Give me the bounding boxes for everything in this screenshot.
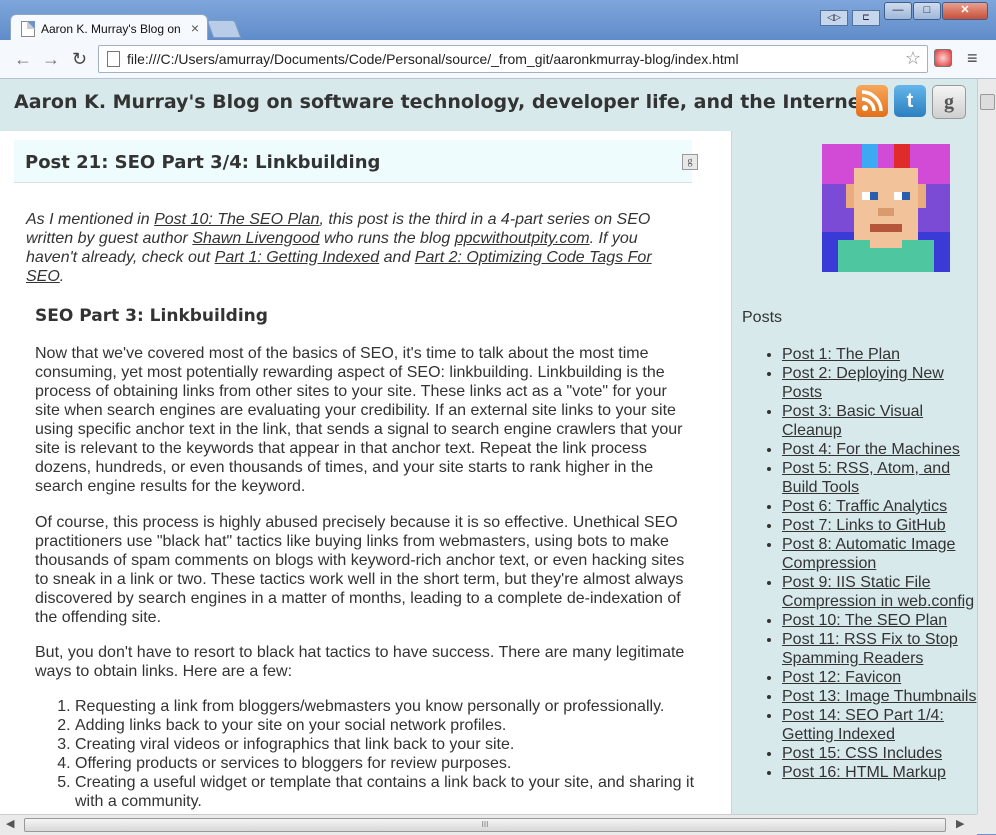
list-item: Post 10: The SEO Plan [782, 611, 977, 630]
list-item: Post 15: CSS Includes [782, 744, 977, 763]
list-item: Post 9: IIS Static File Compression in w… [782, 573, 977, 611]
tab-title: Aaron K. Murray's Blog on [41, 22, 181, 36]
link-ppcwithoutpity[interactable]: ppcwithoutpity.com [455, 230, 590, 247]
post-link[interactable]: Post 11: RSS Fix to Stop Spamming Reader… [782, 631, 958, 667]
post-link[interactable]: Post 6: Traffic Analytics [782, 498, 947, 515]
post-link[interactable]: Post 15: CSS Includes [782, 745, 942, 762]
paragraph: But, you don't have to resort to black h… [35, 644, 685, 680]
web-page: Aaron K. Murray's Blog on software techn… [0, 79, 977, 814]
list-item: Post 16: HTML Markup [782, 763, 977, 782]
address-bar[interactable]: file:///C:/Users/amurray/Documents/Code/… [98, 45, 928, 73]
close-button[interactable]: ✕ [942, 2, 988, 20]
horizontal-scrollbar[interactable]: ◀ III ▶ [0, 814, 977, 835]
post-link[interactable]: Post 10: The SEO Plan [782, 612, 947, 629]
post-link[interactable]: Post 2: Deploying New Posts [782, 365, 944, 401]
list-item: Creating a useful widget or template tha… [75, 773, 705, 811]
list-item: Post 6: Traffic Analytics [782, 497, 977, 516]
scroll-left-icon[interactable]: ◀ [6, 817, 14, 830]
post-link[interactable]: Post 12: Favicon [782, 669, 901, 686]
url-text[interactable]: file:///C:/Users/amurray/Documents/Code/… [127, 51, 739, 67]
post-link[interactable]: Post 5: RSS, Atom, and Build Tools [782, 460, 950, 496]
posts-heading: Posts [742, 309, 783, 326]
post-link[interactable]: Post 9: IIS Static File Compression in w… [782, 574, 974, 610]
paragraph: Now that we've covered most of the basic… [35, 345, 683, 495]
reload-icon[interactable]: ↻ [72, 49, 87, 70]
list-item: Creating viral videos or infographics th… [75, 735, 705, 754]
list-item: Post 7: Links to GitHub [782, 516, 977, 535]
page-icon [21, 21, 35, 37]
link-part-1[interactable]: Part 1: Getting Indexed [215, 249, 380, 266]
post-link[interactable]: Post 1: The Plan [782, 346, 900, 363]
scroll-thumb[interactable]: III [24, 818, 946, 832]
extension-icon[interactable] [934, 49, 952, 67]
list-item: Post 1: The Plan [782, 345, 977, 364]
github-icon[interactable]: g [932, 85, 966, 119]
post-title[interactable]: Post 21: SEO Part 3/4: Linkbuilding [25, 152, 380, 173]
list-item: Post 14: SEO Part 1/4: Getting Indexed [782, 706, 977, 744]
site-header: Aaron K. Murray's Blog on software techn… [0, 79, 977, 132]
list-item: Post 12: Favicon [782, 668, 977, 687]
list-item: Post 11: RSS Fix to Stop Spamming Reader… [782, 630, 977, 668]
profile-button[interactable]: ⊏ [852, 10, 880, 26]
post-link[interactable]: Post 13: Image Thumbnails [782, 688, 976, 705]
link-post-10[interactable]: Post 10: The SEO Plan [154, 211, 319, 228]
minimize-button[interactable]: — [884, 2, 912, 20]
list-item: Post 3: Basic Visual Cleanup [782, 402, 977, 440]
rss-icon[interactable] [856, 85, 888, 117]
list-item: Post 8: Automatic Image Compression [782, 535, 977, 573]
list-item: Offering products or services to blogger… [75, 754, 705, 773]
avatar [822, 144, 950, 272]
menu-icon[interactable]: ≡ [967, 48, 978, 69]
new-tab-button[interactable] [206, 20, 242, 38]
scroll-right-icon[interactable]: ▶ [956, 817, 964, 830]
list-item: Post 4: For the Machines [782, 440, 977, 459]
grip-icon: III [481, 820, 489, 829]
tab-close-icon[interactable]: × [191, 20, 199, 36]
maximize-button[interactable]: □ [913, 2, 941, 20]
back-icon[interactable]: ← [14, 49, 32, 70]
site-title[interactable]: Aaron K. Murray's Blog on software techn… [14, 91, 877, 113]
title-bar: Aaron K. Murray's Blog on × ◁▷ ⊏ — □ ✕ [0, 0, 996, 43]
twitter-icon[interactable]: t [894, 85, 926, 117]
github-icon[interactable]: g [682, 154, 698, 170]
post-link[interactable]: Post 7: Links to GitHub [782, 517, 946, 534]
list-item: Adding links back to your site on your s… [75, 716, 705, 735]
list-item: Post 5: RSS, Atom, and Build Tools [782, 459, 977, 497]
switch-window-button[interactable]: ◁▷ [820, 10, 848, 26]
forward-icon[interactable]: → [42, 49, 60, 70]
main-content: Post 21: SEO Part 3/4: Linkbuilding g As… [0, 131, 731, 814]
post-link[interactable]: Post 16: HTML Markup [782, 764, 946, 781]
post-intro: As I mentioned in Post 10: The SEO Plan,… [26, 211, 652, 285]
link-shawn-livengood[interactable]: Shawn Livengood [192, 230, 319, 247]
posts-list: Post 1: The Plan Post 2: Deploying New P… [762, 345, 977, 782]
list-item: Post 13: Image Thumbnails [782, 687, 977, 706]
linkbuilding-ways-list: Requesting a link from bloggers/webmaste… [55, 697, 705, 811]
scroll-corner [977, 814, 996, 834]
paragraph: Of course, this process is highly abused… [35, 514, 685, 626]
sidebar: Posts Post 1: The Plan Post 2: Deploying… [731, 131, 977, 814]
post-title-bar: Post 21: SEO Part 3/4: Linkbuilding g [14, 140, 698, 183]
post-link[interactable]: Post 8: Automatic Image Compression [782, 536, 955, 572]
bookmark-star-icon[interactable]: ☆ [905, 48, 921, 69]
browser-tab[interactable]: Aaron K. Murray's Blog on × [10, 14, 208, 43]
post-link[interactable]: Post 3: Basic Visual Cleanup [782, 403, 923, 439]
vertical-scrollbar[interactable] [977, 79, 996, 814]
scroll-thumb[interactable] [980, 94, 995, 110]
list-item: Post 2: Deploying New Posts [782, 364, 977, 402]
browser-toolbar: ← → ↻ file:///C:/Users/amurray/Documents… [0, 40, 996, 79]
page-icon [107, 51, 120, 67]
section-heading: SEO Part 3: Linkbuilding [35, 306, 268, 326]
post-link[interactable]: Post 4: For the Machines [782, 441, 960, 458]
list-item: Requesting a link from bloggers/webmaste… [75, 697, 705, 716]
post-link[interactable]: Post 14: SEO Part 1/4: Getting Indexed [782, 707, 944, 743]
